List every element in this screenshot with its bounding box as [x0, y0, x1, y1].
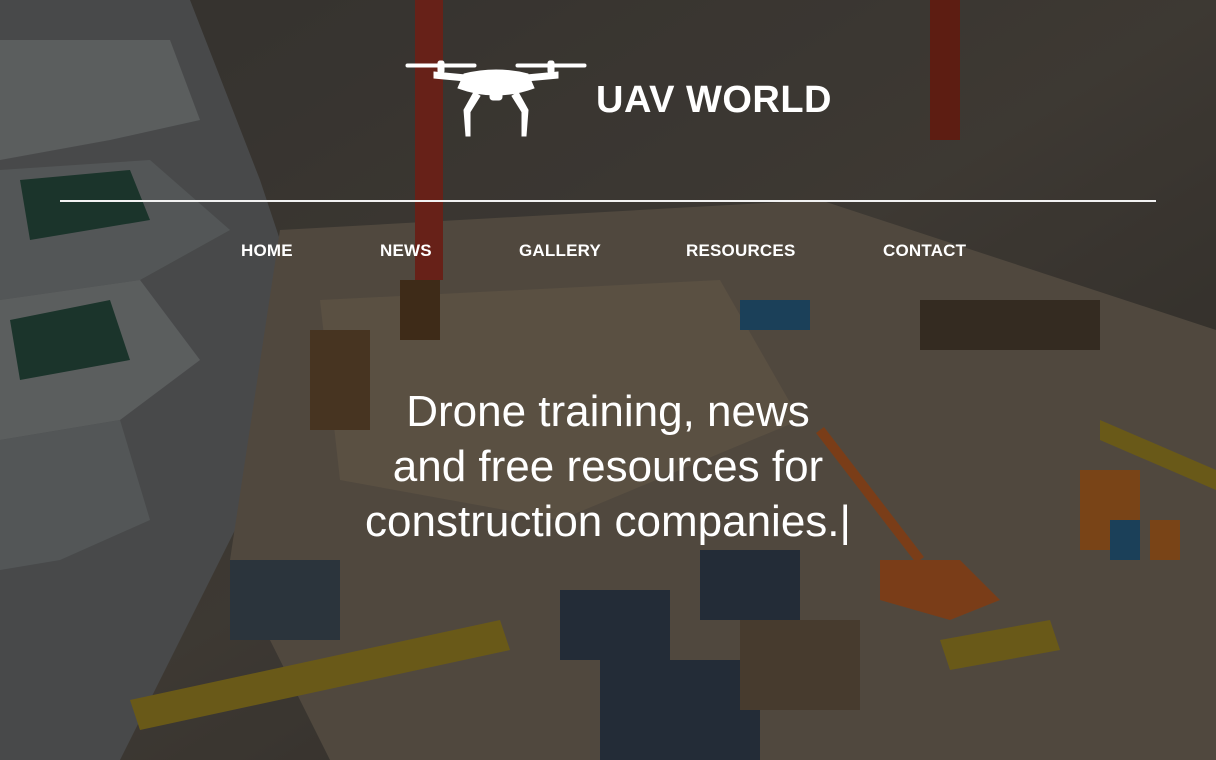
nav-item-contact[interactable]: CONTACT	[883, 240, 966, 262]
hero-line-2: and free resources for	[392, 442, 824, 491]
site-brand-name[interactable]: UAV WORLD	[596, 78, 832, 122]
site-logo-link[interactable]	[404, 58, 588, 142]
main-nav: HOME NEWS GALLERY RESOURCES CONTACT	[0, 240, 1216, 264]
nav-item-news[interactable]: NEWS	[380, 240, 432, 262]
site-header: UAV WORLD HOME NEWS GALLERY RESOURCES CO…	[0, 0, 1216, 760]
hero-line-3-text: construction companies.	[365, 497, 840, 546]
nav-item-home[interactable]: HOME	[241, 240, 293, 262]
nav-item-gallery[interactable]: GALLERY	[519, 240, 601, 262]
hero-headline: Drone training, news and free resources …	[300, 384, 916, 549]
drone-icon	[405, 60, 587, 137]
hero-line-3: construction companies.|	[300, 494, 916, 549]
typing-cursor: |	[839, 497, 851, 546]
hero-line-1: Drone training, news	[406, 387, 810, 436]
header-divider	[60, 200, 1156, 202]
nav-item-resources[interactable]: RESOURCES	[686, 240, 796, 262]
